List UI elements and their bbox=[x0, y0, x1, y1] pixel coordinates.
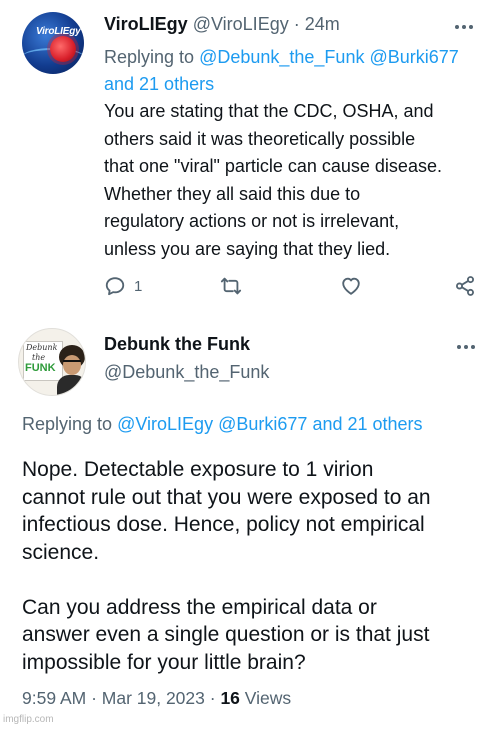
avatar-brand-text: ViroLIEgy bbox=[36, 26, 81, 37]
mention-link[interactable]: @ViroLIEgy bbox=[117, 414, 213, 434]
tweet-action-bar: 1 bbox=[104, 274, 476, 298]
more-options-icon[interactable] bbox=[452, 22, 476, 32]
reply-count: 1 bbox=[134, 277, 143, 295]
tweet-text: You are stating that the CDC, OSHA, and … bbox=[104, 98, 490, 263]
display-name[interactable]: ViroLIEgy bbox=[104, 14, 188, 34]
tweet-text-line: that one "viral" particle can cause dise… bbox=[104, 156, 442, 176]
tweet-text-line: infectious dose. Hence, policy not empir… bbox=[22, 513, 425, 536]
avatar-person-glasses bbox=[63, 360, 81, 365]
mention-link[interactable]: @Debunk_the_Funk bbox=[199, 47, 364, 67]
avatar-text-debunk: Debunk bbox=[26, 343, 58, 352]
tweet-text-line: cannot rule out that you were exposed to… bbox=[22, 485, 431, 509]
tweet-timestamp[interactable]: 9:59 AM · Mar 19, 2023 · bbox=[22, 688, 216, 708]
tweet-text-line: Can you address the empirical data or bbox=[22, 595, 377, 619]
tweet-text-line: impossible for your little brain? bbox=[22, 650, 306, 674]
more-options-icon[interactable] bbox=[454, 342, 478, 352]
reply-tweet[interactable]: ViroLIEgy ViroLIEgy @ViroLIEgy · 24m Rep… bbox=[0, 0, 500, 316]
avatar-text-funk: FUNK bbox=[25, 362, 56, 374]
heart-icon bbox=[342, 277, 360, 295]
tweet-text-line: answer even a single question or is that… bbox=[22, 623, 430, 646]
views-count: 16 bbox=[220, 688, 240, 708]
avatar-person-body bbox=[57, 375, 85, 395]
replying-to: Replying to @ViroLIEgy @Burki677 and 21 … bbox=[22, 414, 492, 435]
avatar[interactable]: Debunk the FUNK bbox=[18, 328, 86, 396]
others-link[interactable]: and 21 others bbox=[312, 414, 422, 434]
mention-link[interactable]: @Burki677 bbox=[369, 47, 458, 67]
tweet-paragraph: Nope. Detectable exposure to 1 virion ca… bbox=[22, 456, 496, 566]
reply-button[interactable]: 1 bbox=[104, 274, 142, 298]
virus-icon bbox=[50, 36, 76, 62]
avatar[interactable]: ViroLIEgy bbox=[22, 12, 84, 74]
tweet-header: ViroLIEgy @ViroLIEgy · 24m bbox=[104, 14, 484, 38]
avatar-text-the: the bbox=[32, 353, 46, 362]
views-label: Views bbox=[244, 688, 292, 708]
share-button[interactable] bbox=[454, 274, 476, 298]
tweet-text-line: unless you are saying that they lied. bbox=[104, 238, 391, 259]
avatar-person-face bbox=[63, 355, 81, 375]
replying-to-label: Replying to bbox=[104, 47, 195, 67]
tweet-text: Nope. Detectable exposure to 1 virion ca… bbox=[22, 456, 496, 676]
replying-to: Replying to @Debunk_the_Funk @Burki677 a… bbox=[104, 44, 484, 98]
tweet-text-line: Nope. Detectable exposure to 1 virion bbox=[22, 458, 374, 481]
like-button[interactable] bbox=[340, 274, 362, 298]
tweet-timestamp-row: 9:59 AM · Mar 19, 2023 · 16 Views bbox=[22, 688, 291, 709]
tweet-paragraph: Can you address the empirical data or an… bbox=[22, 594, 496, 677]
retweet-icon bbox=[220, 277, 242, 295]
user-handle[interactable]: @Debunk_the_Funk bbox=[104, 362, 269, 383]
meta-separator: · bbox=[293, 14, 300, 34]
retweet-button[interactable] bbox=[220, 274, 242, 298]
others-link[interactable]: and 21 others bbox=[104, 74, 214, 94]
mention-link[interactable]: @Burki677 bbox=[218, 414, 307, 434]
watermark: imgflip.com bbox=[3, 714, 54, 725]
tweet-text-line: others said it was theoretically possibl… bbox=[104, 128, 416, 149]
tweet-text-line: regulatory actions or not is irrelevant, bbox=[104, 211, 400, 231]
replying-to-label: Replying to bbox=[22, 414, 113, 434]
display-name[interactable]: Debunk the Funk bbox=[104, 334, 250, 355]
comment-icon bbox=[105, 277, 125, 296]
tweet-text-line: Whether they all said this due to bbox=[104, 183, 361, 204]
share-icon bbox=[456, 276, 474, 296]
tweet-text-line: You are stating that the CDC, OSHA, and bbox=[104, 101, 434, 121]
user-handle[interactable]: @ViroLIEgy bbox=[193, 14, 289, 34]
tweet-time[interactable]: 24m bbox=[305, 14, 340, 34]
main-tweet: Debunk the FUNK Debunk the Funk @Debunk_… bbox=[0, 316, 500, 729]
tweet-text-line: science. bbox=[22, 540, 100, 564]
